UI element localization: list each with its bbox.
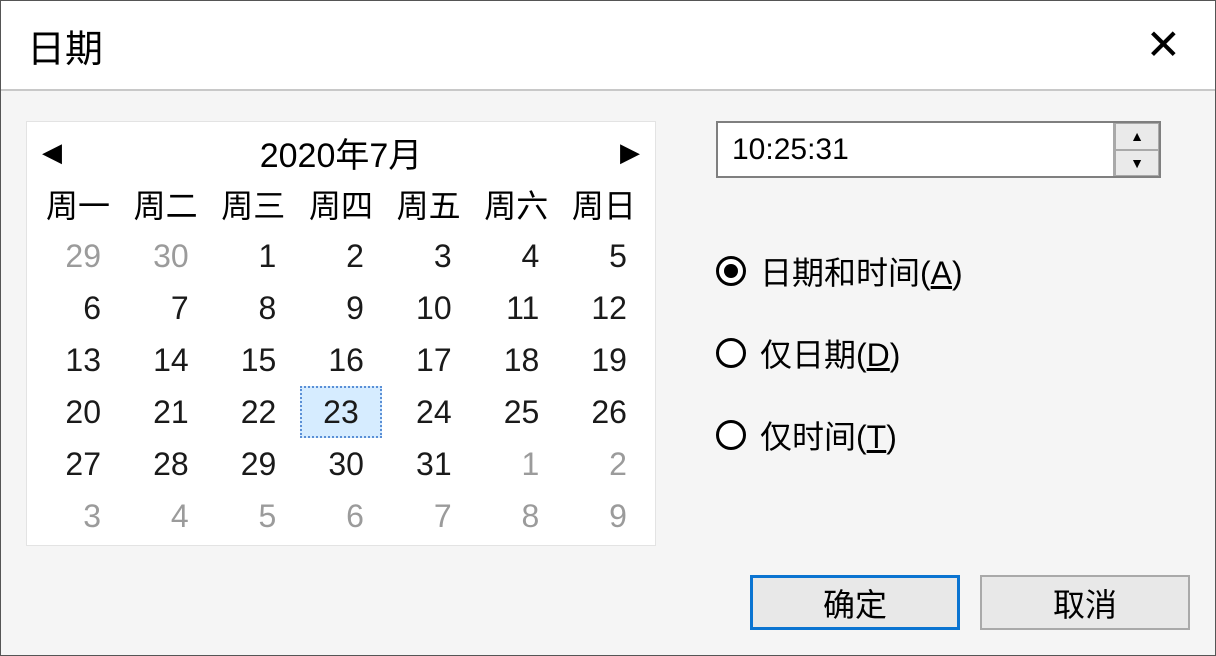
time-down-icon[interactable]: ▼ xyxy=(1115,150,1159,177)
calendar-day[interactable]: 30 xyxy=(125,230,207,282)
calendar-day[interactable]: 21 xyxy=(125,386,207,438)
next-month-icon[interactable]: ▶ xyxy=(615,137,645,168)
calendar-day[interactable]: 4 xyxy=(475,230,557,282)
calendar-day[interactable]: 6 xyxy=(37,282,119,334)
calendar-day[interactable]: 28 xyxy=(125,438,207,490)
calendar-day[interactable]: 4 xyxy=(125,490,207,542)
prev-month-icon[interactable]: ◀ xyxy=(37,137,67,168)
calendar: ◀ 2020年7月 ▶ 周一周二周三周四周五周六周日 2930123456789… xyxy=(26,121,656,546)
radio-indicator-icon xyxy=(716,338,746,368)
calendar-day[interactable]: 5 xyxy=(563,230,645,282)
calendar-weekday: 周一 xyxy=(37,178,119,230)
calendar-grid: 周一周二周三周四周五周六周日 2930123456789101112131415… xyxy=(37,178,645,542)
calendar-day[interactable]: 7 xyxy=(388,490,470,542)
calendar-day[interactable]: 31 xyxy=(388,438,470,490)
radio-indicator-icon xyxy=(716,256,746,286)
time-spinner[interactable]: 10:25:31 ▲ ▼ xyxy=(716,121,1161,178)
calendar-week-row: 293012345 xyxy=(37,230,645,282)
radio-label: 仅时间(T) xyxy=(760,412,897,458)
calendar-week-row: 20212223242526 xyxy=(37,386,645,438)
calendar-day[interactable]: 30 xyxy=(300,438,382,490)
calendar-title[interactable]: 2020年7月 xyxy=(260,128,423,177)
calendar-day[interactable]: 19 xyxy=(563,334,645,386)
calendar-day[interactable]: 9 xyxy=(563,490,645,542)
calendar-day[interactable]: 8 xyxy=(212,282,294,334)
radio-date-only[interactable]: 仅日期(D) xyxy=(716,330,1190,376)
window-title: 日期 xyxy=(27,18,103,73)
calendar-day[interactable]: 29 xyxy=(212,438,294,490)
time-up-icon[interactable]: ▲ xyxy=(1115,123,1159,150)
cancel-button[interactable]: 取消 xyxy=(980,575,1190,630)
calendar-week-row: 6789101112 xyxy=(37,282,645,334)
calendar-day[interactable]: 2 xyxy=(300,230,382,282)
format-radio-group: 日期和时间(A) 仅日期(D) 仅时间(T) xyxy=(716,248,1190,458)
calendar-day[interactable]: 11 xyxy=(475,282,557,334)
calendar-day[interactable]: 12 xyxy=(563,282,645,334)
calendar-weekday: 周四 xyxy=(300,178,382,230)
close-icon[interactable]: ✕ xyxy=(1138,20,1189,70)
radio-label: 日期和时间(A) xyxy=(760,248,963,294)
calendar-day[interactable]: 3 xyxy=(388,230,470,282)
calendar-day-selected[interactable]: 23 xyxy=(300,386,382,438)
calendar-day[interactable]: 20 xyxy=(37,386,119,438)
calendar-day[interactable]: 1 xyxy=(475,438,557,490)
calendar-day[interactable]: 10 xyxy=(388,282,470,334)
calendar-day[interactable]: 22 xyxy=(212,386,294,438)
radio-time-only[interactable]: 仅时间(T) xyxy=(716,412,1190,458)
radio-indicator-icon xyxy=(716,420,746,450)
calendar-day[interactable]: 3 xyxy=(37,490,119,542)
calendar-day[interactable]: 18 xyxy=(475,334,557,386)
calendar-day[interactable]: 24 xyxy=(388,386,470,438)
calendar-week-row: 13141516171819 xyxy=(37,334,645,386)
calendar-day[interactable]: 9 xyxy=(300,282,382,334)
time-value[interactable]: 10:25:31 xyxy=(718,123,1113,176)
calendar-day[interactable]: 25 xyxy=(475,386,557,438)
calendar-day[interactable]: 27 xyxy=(37,438,119,490)
calendar-weekday: 周五 xyxy=(388,178,470,230)
radio-date-and-time[interactable]: 日期和时间(A) xyxy=(716,248,1190,294)
dialog-body: ◀ 2020年7月 ▶ 周一周二周三周四周五周六周日 2930123456789… xyxy=(1,91,1215,655)
calendar-day[interactable]: 29 xyxy=(37,230,119,282)
calendar-weekday-row: 周一周二周三周四周五周六周日 xyxy=(37,178,645,230)
calendar-day[interactable]: 8 xyxy=(475,490,557,542)
calendar-week-row: 3456789 xyxy=(37,490,645,542)
calendar-day[interactable]: 2 xyxy=(563,438,645,490)
calendar-weekday: 周二 xyxy=(125,178,207,230)
calendar-day[interactable]: 14 xyxy=(125,334,207,386)
dialog-button-row: 确定 取消 xyxy=(26,565,1190,630)
calendar-day[interactable]: 1 xyxy=(212,230,294,282)
calendar-day[interactable]: 16 xyxy=(300,334,382,386)
calendar-weekday: 周日 xyxy=(563,178,645,230)
calendar-day[interactable]: 15 xyxy=(212,334,294,386)
calendar-day[interactable]: 26 xyxy=(563,386,645,438)
calendar-day[interactable]: 13 xyxy=(37,334,119,386)
radio-label: 仅日期(D) xyxy=(760,330,900,376)
ok-button[interactable]: 确定 xyxy=(750,575,960,630)
calendar-week-row: 272829303112 xyxy=(37,438,645,490)
calendar-day[interactable]: 6 xyxy=(300,490,382,542)
title-bar: 日期 ✕ xyxy=(1,1,1215,91)
calendar-day[interactable]: 7 xyxy=(125,282,207,334)
calendar-weekday: 周三 xyxy=(212,178,294,230)
calendar-weekday: 周六 xyxy=(475,178,557,230)
calendar-day[interactable]: 17 xyxy=(388,334,470,386)
calendar-day[interactable]: 5 xyxy=(212,490,294,542)
